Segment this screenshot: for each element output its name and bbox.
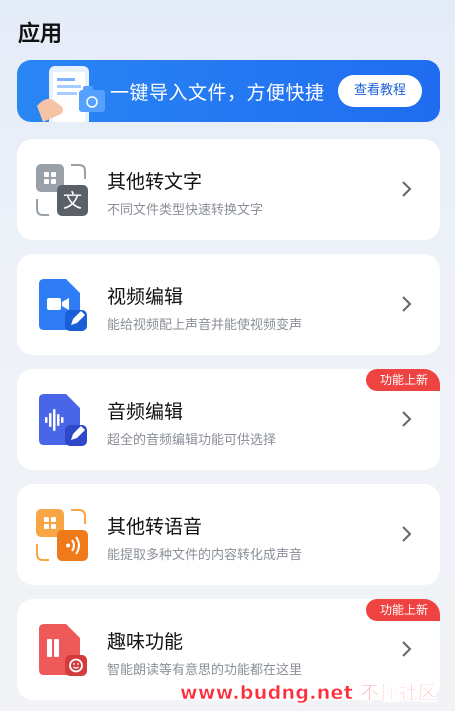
file-to-speech-icon xyxy=(36,509,88,561)
card-title: 音频编辑 xyxy=(107,401,184,423)
chevron-right-icon xyxy=(402,181,412,197)
banner-text: 一键导入文件，方便快捷 xyxy=(110,82,325,104)
chevron-right-icon xyxy=(402,411,412,427)
card-description: 能给视频配上声音并能使视频变声 xyxy=(107,318,303,333)
chevron-right-icon xyxy=(402,296,412,312)
phone-illustration-icon xyxy=(37,66,105,122)
card-audio-edit[interactable]: 功能上新 音频编辑 超全的音频编辑功能可供选择 xyxy=(17,369,440,470)
card-title: 视频编辑 xyxy=(107,286,184,308)
video-edit-icon xyxy=(39,279,87,331)
card-title: 其他转文字 xyxy=(107,171,203,193)
file-to-text-icon: 文 xyxy=(36,164,88,216)
page-title: 应用 xyxy=(18,22,63,47)
card-video-edit[interactable]: 视频编辑 能给视频配上声音并能使视频变声 xyxy=(17,254,440,355)
new-feature-badge: 功能上新 xyxy=(365,599,440,621)
card-description: 能提取多种文件的内容转化成声音 xyxy=(107,548,303,563)
card-file-to-text[interactable]: 文 其他转文字 不同文件类型快速转换文字 xyxy=(17,139,440,240)
view-tutorial-button[interactable]: 查看教程 xyxy=(338,75,422,107)
chevron-right-icon xyxy=(402,641,412,657)
chevron-right-icon xyxy=(402,526,412,542)
card-title: 趣味功能 xyxy=(107,631,184,653)
card-file-to-speech[interactable]: 其他转语音 能提取多种文件的内容转化成声音 xyxy=(17,484,440,585)
card-description: 超全的音频编辑功能可供选择 xyxy=(107,433,277,448)
audio-edit-icon xyxy=(39,394,87,446)
card-title: 其他转语音 xyxy=(107,516,203,538)
card-description: 不同文件类型快速转换文字 xyxy=(107,203,264,218)
svg-text:文: 文 xyxy=(63,190,82,212)
site-watermark: www.budng.net 不懂社区 xyxy=(180,682,438,705)
new-feature-badge: 功能上新 xyxy=(365,369,440,391)
fun-features-icon xyxy=(39,624,87,676)
import-banner[interactable]: 一键导入文件，方便快捷 查看教程 xyxy=(17,60,440,122)
card-description: 智能朗读等有意思的功能都在这里 xyxy=(107,663,303,678)
